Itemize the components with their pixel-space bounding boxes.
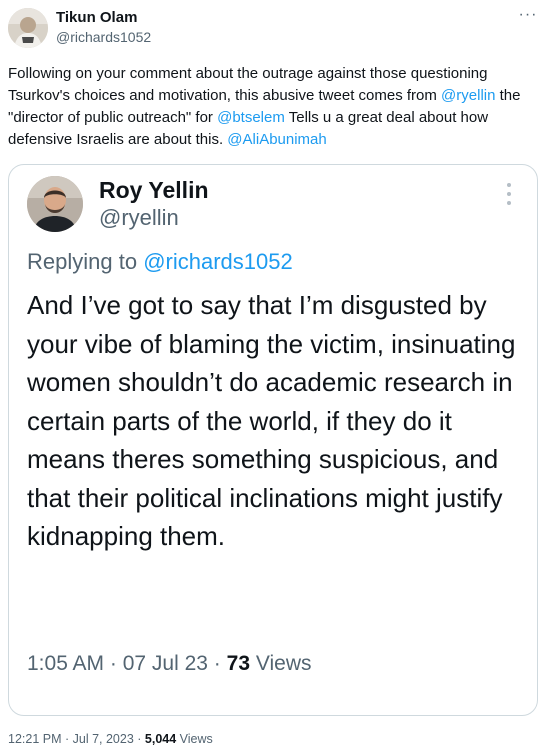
mention-ryellin-link[interactable]: @ryellin xyxy=(441,87,495,104)
author-name[interactable]: Tikun Olam xyxy=(56,9,137,26)
quoted-author-handle: @ryellin xyxy=(99,205,179,230)
quoted-author-avatar xyxy=(27,176,83,232)
tweet-views-count: 5,044 xyxy=(144,732,177,746)
quoted-separator-1: · xyxy=(104,652,123,675)
quoted-views-count: 73 xyxy=(226,652,250,675)
tweet-text: Following on your comment about the outr… xyxy=(8,63,540,151)
tweet-date[interactable]: Jul 7, 2023 xyxy=(73,732,134,746)
replying-to-label: Replying to xyxy=(27,249,144,274)
tweet: Tikun Olam @richards1052 ··· Following o… xyxy=(0,0,550,752)
tweet-views-label: Views xyxy=(179,732,213,746)
author-avatar[interactable] xyxy=(8,8,48,48)
quoted-date: 07 Jul 23 xyxy=(122,652,208,675)
replying-to-line: Replying to @richards1052 xyxy=(27,249,293,275)
quoted-author-name: Roy Yellin xyxy=(99,177,209,203)
quoted-tweet-image[interactable]: Roy Yellin @ryellin Replying to @richard… xyxy=(8,164,538,716)
meta-separator-1: · xyxy=(61,732,73,746)
quoted-separator-2: · xyxy=(207,652,227,675)
quoted-tweet-meta: 1:05 AM · 07 Jul 23 · 73 Views xyxy=(27,652,311,676)
tweet-text-part-1: Following on your comment about the outr… xyxy=(8,65,488,104)
quoted-time: 1:05 AM xyxy=(27,652,105,675)
meta-separator-2: · xyxy=(133,732,145,746)
more-options-icon[interactable]: ··· xyxy=(516,7,540,28)
mention-btselem-link[interactable]: @btselem xyxy=(217,109,285,126)
replying-to-handle: @richards1052 xyxy=(143,249,293,274)
tweet-time[interactable]: 12:21 PM xyxy=(8,732,62,746)
author-avatar-image xyxy=(8,8,48,48)
quoted-more-icon xyxy=(502,183,516,209)
tweet-meta: 12:21 PM · Jul 7, 2023 · 5,044 Views xyxy=(8,732,213,746)
quoted-avatar-image xyxy=(27,176,83,232)
quoted-tweet-text: And I’ve got to say that I’m disgusted b… xyxy=(27,290,516,551)
quoted-views-label: Views xyxy=(255,652,312,675)
mention-aliabunimah-link[interactable]: @AliAbunimah xyxy=(227,131,326,148)
author-handle[interactable]: @richards1052 xyxy=(56,29,151,45)
